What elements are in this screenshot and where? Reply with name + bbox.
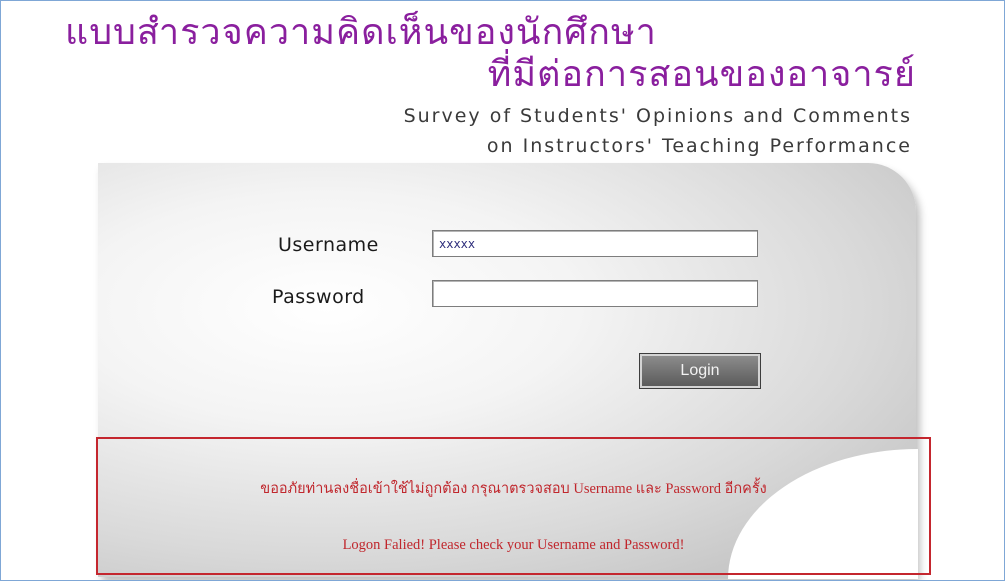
- page-title-thai-line2: ที่มีต่อการสอนของอาจารย์: [487, 54, 916, 95]
- password-label: Password: [272, 286, 365, 308]
- error-message-thai: ขออภัยท่านลงชื่อเข้าใช้ไม่ถูกต้อง กรุณาต…: [260, 481, 767, 497]
- page-title-thai: แบบสำรวจความคิดเห็นของนักศึกษา: [65, 12, 657, 53]
- username-label: Username: [278, 234, 379, 256]
- page-frame: แบบสำรวจความคิดเห็นของนักศึกษา ที่มีต่อก…: [0, 0, 1005, 581]
- error-message-english: Logon Falied! Please check your Username…: [342, 537, 685, 553]
- username-input[interactable]: [432, 230, 758, 257]
- page-subtitle-english-line2: on Instructors' Teaching Performance: [486, 135, 912, 157]
- login-button[interactable]: Login: [639, 353, 761, 389]
- page-subtitle-english: Survey of Students' Opinions and Comment…: [403, 105, 912, 127]
- password-input[interactable]: [432, 280, 758, 307]
- error-message-box: ขออภัยท่านลงชื่อเข้าใช้ไม่ถูกต้อง กรุณาต…: [96, 437, 931, 575]
